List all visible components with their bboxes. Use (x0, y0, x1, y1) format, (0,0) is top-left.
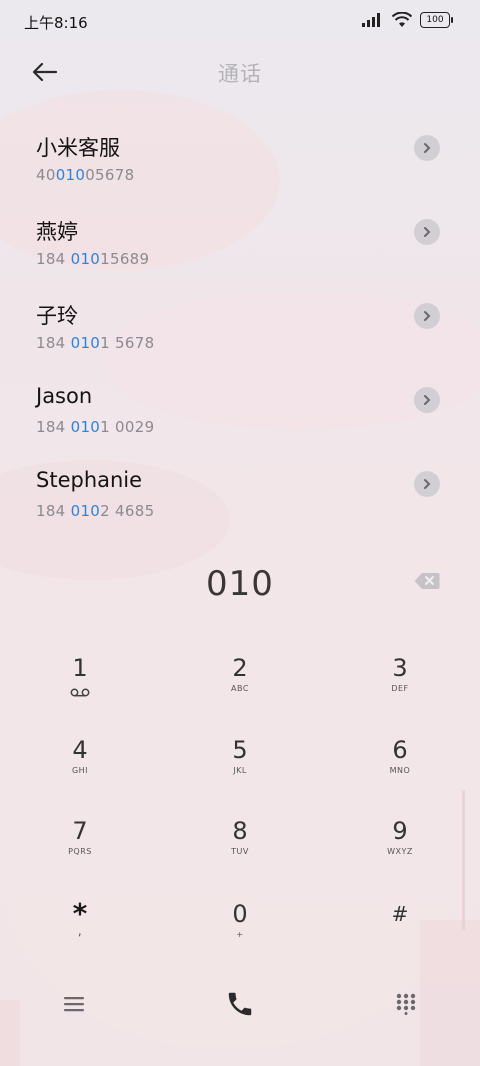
number-match: 010 (70, 250, 101, 268)
key-letters: , (77, 924, 83, 938)
key-letters: ABC (231, 684, 249, 693)
call-button[interactable] (218, 982, 262, 1026)
contact-name: 小米客服 (36, 136, 120, 160)
key-letters: TUV (231, 847, 249, 856)
menu-button[interactable] (52, 982, 96, 1026)
number-match: 010 (70, 418, 101, 436)
backspace-button[interactable] (414, 572, 444, 596)
wifi-icon (392, 12, 412, 27)
key-5[interactable]: 5 JKL (180, 736, 300, 808)
contact-name: 燕婷 (36, 220, 78, 244)
number-prefix: 184 (36, 250, 71, 268)
key-letters: WXYZ (387, 847, 413, 856)
signal-icon (362, 13, 380, 27)
key-2[interactable]: 2 ABC (180, 654, 300, 726)
key-digit: 1 (72, 654, 88, 682)
menu-icon (64, 997, 84, 1012)
number-suffix: 15689 (100, 250, 150, 268)
key-4[interactable]: 4 GHI (20, 736, 140, 808)
number-match: 010 (70, 334, 101, 352)
key-digit: 3 (392, 654, 408, 682)
contact-name: 子玲 (36, 304, 78, 328)
battery-indicator: 100 (420, 12, 453, 28)
key-star[interactable]: * , (20, 900, 140, 972)
key-3[interactable]: 3 DEF (340, 654, 460, 726)
dialer-bottom-bar (0, 972, 480, 1032)
key-digit: 7 (72, 817, 88, 845)
chevron-right-icon (424, 311, 431, 321)
status-icons: 100 (362, 12, 453, 28)
contact-row[interactable]: 燕婷 184 01015689 (0, 204, 480, 288)
dialpad-icon (396, 993, 416, 1015)
contact-number: 4001005678 (36, 166, 134, 184)
dial-display: 010 (0, 558, 480, 614)
key-digit: 4 (72, 736, 88, 764)
contact-detail-button[interactable] (414, 303, 440, 329)
key-letters: PQRS (68, 847, 92, 856)
number-suffix: 1 0029 (100, 418, 155, 436)
number-suffix: 2 4685 (100, 502, 155, 520)
key-letters: MNO (389, 766, 411, 775)
chevron-right-icon (424, 479, 431, 489)
status-time: 上午8:16 (24, 14, 88, 32)
contact-detail-button[interactable] (414, 219, 440, 245)
key-digit: 0 (232, 900, 248, 928)
key-7[interactable]: 7 PQRS (20, 817, 140, 889)
contact-number: 184 0102 4685 (36, 502, 154, 520)
key-9[interactable]: 9 WXYZ (340, 817, 460, 889)
key-hash[interactable]: # (340, 900, 460, 972)
key-digit: 9 (392, 817, 408, 845)
number-prefix: 184 (36, 502, 71, 520)
chevron-right-icon (424, 227, 431, 237)
key-digit: 8 (232, 817, 248, 845)
number-suffix: 05678 (85, 166, 135, 184)
status-bar: 上午8:16 100 (0, 0, 480, 46)
contact-suggestions: 小米客服 4001005678 燕婷 184 01015689 子玲 184 0… (0, 120, 480, 540)
page-title: 通话 (218, 62, 262, 86)
contact-name: Jason (36, 384, 93, 408)
contact-row[interactable]: 小米客服 4001005678 (0, 120, 480, 204)
contact-detail-button[interactable] (414, 135, 440, 161)
number-prefix: 40 (36, 166, 56, 184)
contact-name: Stephanie (36, 468, 143, 492)
key-0[interactable]: 0 + (180, 900, 300, 972)
number-prefix: 184 (36, 418, 71, 436)
phone-icon (228, 992, 252, 1016)
contact-row[interactable]: Stephanie 184 0102 4685 (0, 456, 480, 540)
voicemail-icon (70, 688, 90, 697)
contact-number: 184 01015689 (36, 250, 149, 268)
contact-row[interactable]: Jason 184 0101 0029 (0, 372, 480, 456)
number-match: 010 (55, 166, 86, 184)
chevron-right-icon (424, 395, 431, 405)
key-digit: 5 (232, 736, 248, 764)
dialed-number[interactable]: 010 (0, 564, 480, 604)
chevron-right-icon (424, 143, 431, 153)
key-1[interactable]: 1 (20, 654, 140, 726)
key-letters: DEF (391, 684, 409, 693)
number-prefix: 184 (36, 334, 71, 352)
contact-row[interactable]: 子玲 184 0101 5678 (0, 288, 480, 372)
number-suffix: 1 5678 (100, 334, 155, 352)
number-match: 010 (70, 502, 101, 520)
header: 通话 (0, 46, 480, 98)
contact-detail-button[interactable] (414, 471, 440, 497)
key-8[interactable]: 8 TUV (180, 817, 300, 889)
key-digit: 6 (392, 736, 408, 764)
key-letters: JKL (233, 766, 247, 775)
key-letters: + (236, 930, 244, 939)
key-digit: # (391, 902, 409, 926)
dialpad-toggle-button[interactable] (384, 982, 428, 1026)
contact-number: 184 0101 5678 (36, 334, 154, 352)
key-digit: 2 (232, 654, 248, 682)
key-6[interactable]: 6 MNO (340, 736, 460, 808)
contact-detail-button[interactable] (414, 387, 440, 413)
key-letters: GHI (71, 766, 89, 775)
backspace-icon (414, 573, 440, 589)
contact-number: 184 0101 0029 (36, 418, 154, 436)
